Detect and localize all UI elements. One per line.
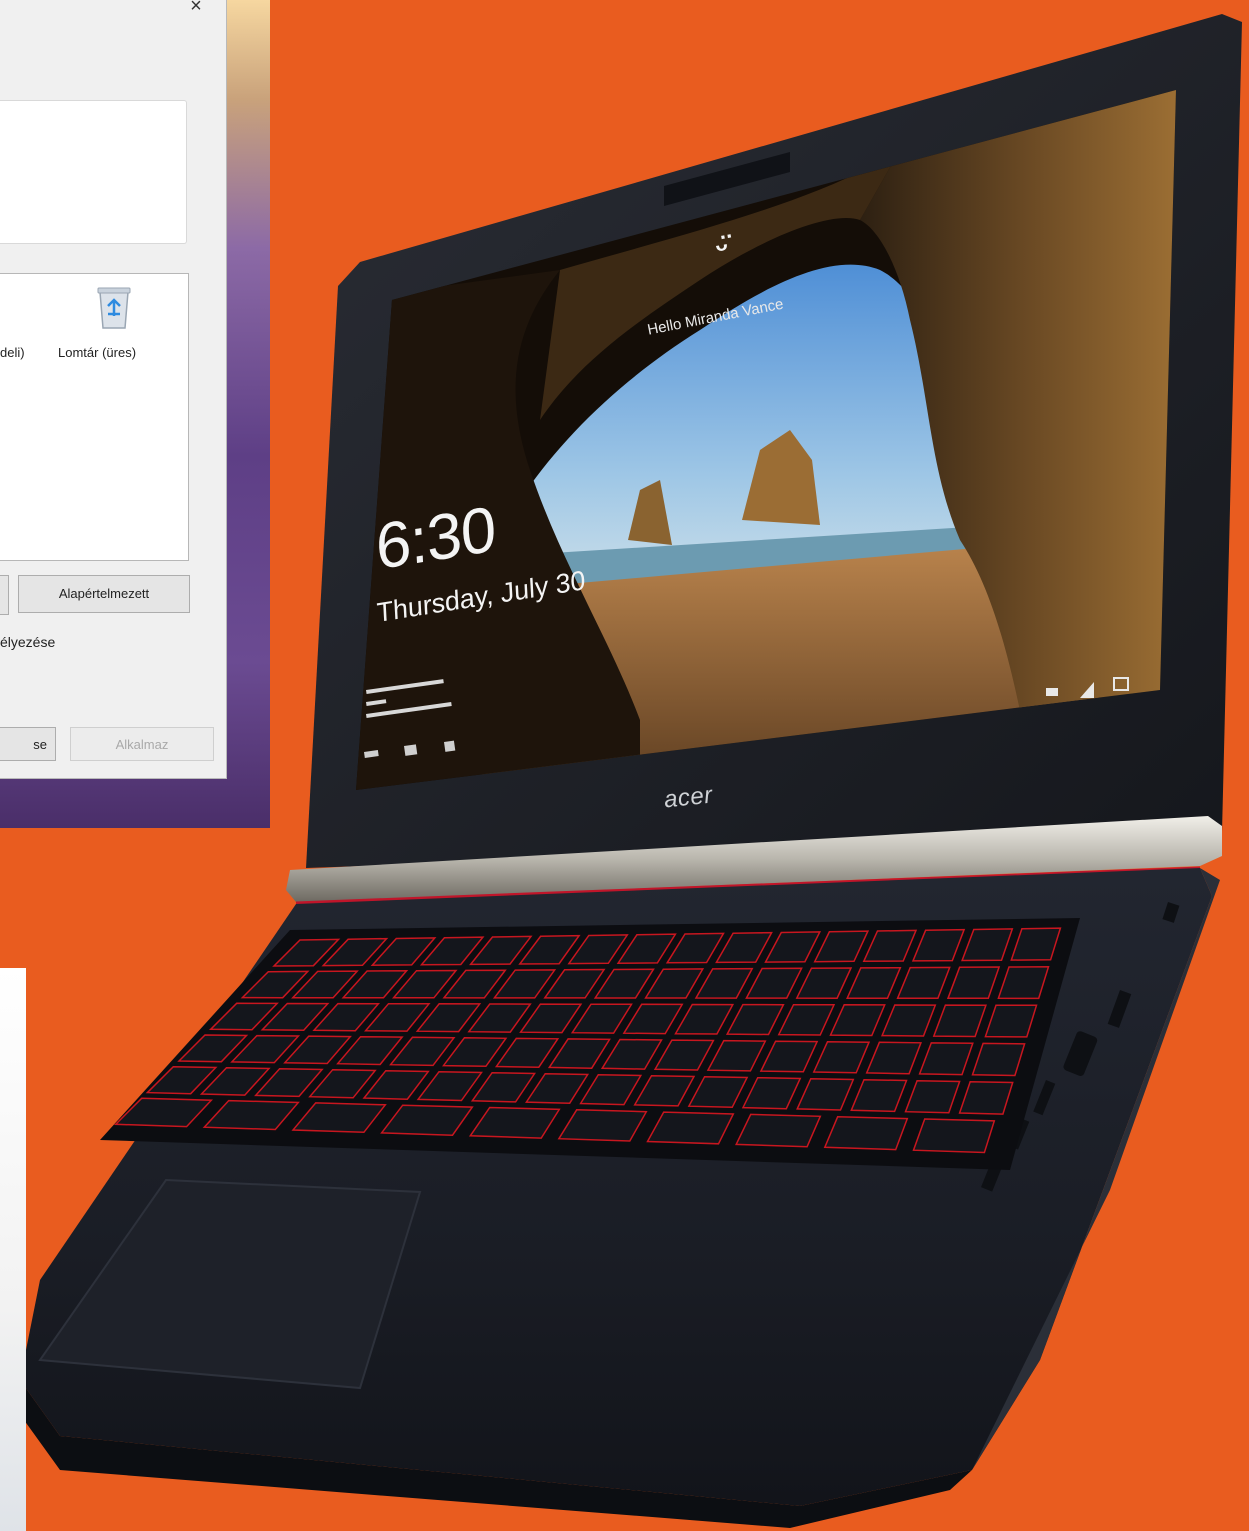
keyboard-key	[823, 1115, 909, 1151]
recycle-bin-label[interactable]: Lomtár (üres)	[58, 345, 136, 360]
close-icon[interactable]: ×	[184, 0, 208, 18]
restore-default-button[interactable]: Alapértelmezett	[18, 575, 190, 613]
allow-themes-checkbox-label: élyezése	[0, 634, 56, 650]
recycle-bin-icon[interactable]	[96, 284, 132, 330]
icon-preview-area	[0, 100, 187, 244]
desktop-icon-settings-dialog: × deli) Lomtár (üres) Alapértelmezett él…	[0, 0, 227, 779]
cropped-side-panel	[0, 968, 26, 1531]
keyboard-key	[912, 1118, 996, 1154]
desktop-icons-list[interactable]	[0, 273, 189, 561]
keyboard-key	[646, 1111, 735, 1145]
desktop-icon-label-partial[interactable]: deli)	[0, 345, 25, 360]
change-icon-button[interactable]	[0, 575, 9, 615]
keyboard-key	[735, 1113, 822, 1148]
laptop-brand-logo: acer	[662, 781, 714, 814]
apply-button: Alkalmaz	[70, 727, 214, 761]
ok-button[interactable]: se	[0, 727, 56, 761]
